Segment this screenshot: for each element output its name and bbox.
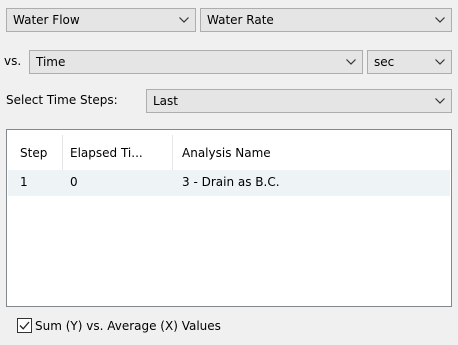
y-quantity-value: Water Flow <box>13 13 80 27</box>
chevron-down-icon <box>435 98 445 104</box>
column-divider[interactable] <box>62 135 63 175</box>
chevron-down-icon <box>435 17 445 23</box>
time-steps-value: Last <box>153 94 178 108</box>
table-row[interactable]: 1 0 3 - Drain as B.C. <box>8 170 450 196</box>
cell-analysis-name: 3 - Drain as B.C. <box>182 175 280 189</box>
column-header-step[interactable]: Step <box>20 146 47 160</box>
sum-average-checkbox[interactable] <box>17 318 32 333</box>
y-quantity-select[interactable]: Water Flow <box>6 8 196 32</box>
time-steps-select[interactable]: Last <box>146 89 452 113</box>
x-quantity-select[interactable]: Time <box>29 50 363 74</box>
y-rate-select[interactable]: Water Rate <box>200 8 452 32</box>
vs-label: vs. <box>4 54 22 68</box>
checkmark-icon <box>19 321 30 330</box>
chevron-down-icon <box>179 17 189 23</box>
column-header-elapsed-time[interactable]: Elapsed Ti... <box>70 146 143 160</box>
sum-average-label[interactable]: Sum (Y) vs. Average (X) Values <box>35 319 221 333</box>
x-unit-value: sec <box>374 55 395 69</box>
chevron-down-icon <box>346 59 356 65</box>
chevron-down-icon <box>435 59 445 65</box>
column-divider[interactable] <box>172 135 173 175</box>
cell-step: 1 <box>20 175 28 189</box>
y-rate-value: Water Rate <box>207 13 274 27</box>
column-header-analysis-name[interactable]: Analysis Name <box>182 146 271 160</box>
time-steps-label: Select Time Steps: <box>6 93 118 107</box>
x-unit-select[interactable]: sec <box>367 50 452 74</box>
x-quantity-value: Time <box>36 55 66 69</box>
time-steps-list[interactable]: Step Elapsed Ti... Analysis Name 1 0 3 -… <box>6 129 452 307</box>
cell-elapsed-time: 0 <box>70 175 78 189</box>
